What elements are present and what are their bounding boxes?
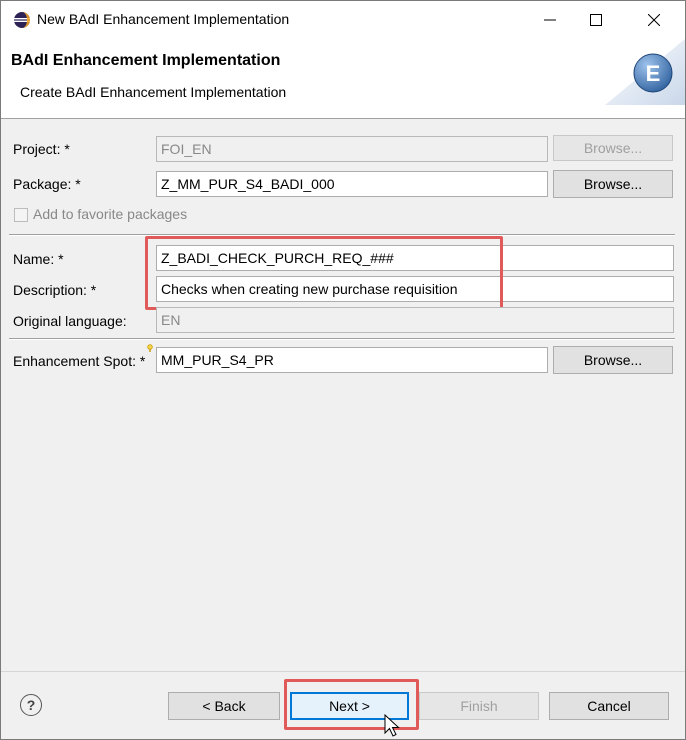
close-icon — [648, 14, 660, 26]
favorite-checkbox — [14, 208, 28, 222]
content-assist-icon — [147, 344, 153, 352]
window-title: New BAdI Enhancement Implementation — [37, 11, 290, 27]
eclipse-app-icon — [14, 12, 30, 28]
back-button[interactable]: < Back — [168, 692, 280, 720]
project-browse-button: Browse... — [553, 135, 673, 161]
maximize-button[interactable] — [573, 1, 619, 39]
package-browse-button[interactable]: Browse... — [553, 170, 673, 198]
help-icon: ? — [26, 697, 36, 713]
separator — [9, 338, 675, 340]
wizard-banner-icon: E — [605, 39, 685, 105]
language-label: Original language: — [13, 313, 127, 329]
minimize-button[interactable] — [527, 1, 573, 39]
package-field[interactable]: Z_MM_PUR_S4_BADI_000 — [156, 171, 548, 197]
page-title: BAdI Enhancement Implementation — [11, 52, 281, 69]
spot-label: Enhancement Spot: * — [13, 353, 146, 369]
dialog-window: New BAdI Enhancement Implementation BAdI… — [0, 0, 686, 740]
wizard-banner-letter: E — [646, 61, 661, 86]
finish-button: Finish — [419, 692, 539, 720]
spot-field[interactable]: MM_PUR_S4_PR — [156, 347, 548, 373]
help-button[interactable]: ? — [20, 694, 42, 716]
title-bar: New BAdI Enhancement Implementation — [1, 1, 685, 39]
maximize-icon — [590, 14, 602, 26]
language-field: EN — [156, 307, 674, 333]
project-label: Project: * — [13, 141, 70, 157]
footer-separator — [1, 671, 685, 672]
annotation-highlight-name — [145, 236, 503, 310]
wizard-header: BAdI Enhancement Implementation Create B… — [1, 39, 685, 119]
cancel-button[interactable]: Cancel — [549, 692, 669, 720]
mouse-cursor-icon — [384, 714, 400, 737]
name-label: Name: * — [13, 251, 64, 267]
description-label: Description: * — [13, 282, 97, 298]
page-subtitle: Create BAdI Enhancement Implementation — [20, 84, 287, 100]
favorite-label: Add to favorite packages — [33, 206, 188, 222]
minimize-icon — [544, 19, 556, 21]
project-field: FOI_EN — [156, 136, 548, 162]
spot-browse-button[interactable]: Browse... — [553, 346, 673, 374]
close-button[interactable] — [631, 1, 677, 39]
package-label: Package: * — [13, 176, 81, 192]
